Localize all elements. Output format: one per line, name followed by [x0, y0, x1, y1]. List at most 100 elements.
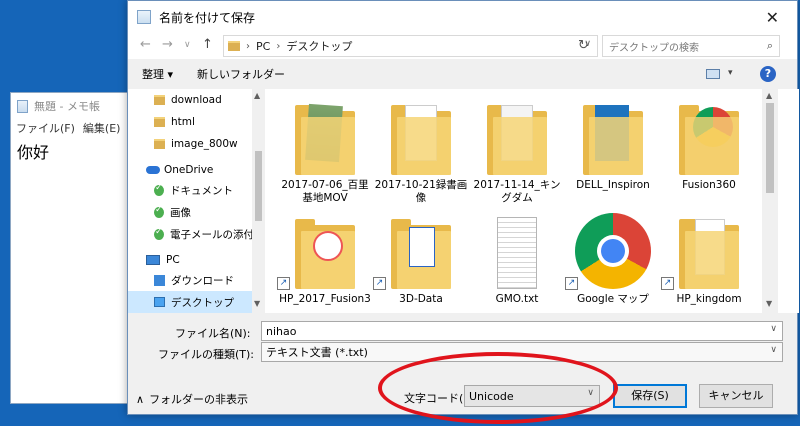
back-arrow-icon[interactable]: ←: [140, 37, 151, 52]
menu-edit[interactable]: 編集(E): [83, 120, 121, 136]
filename-field[interactable]: nihao ∨: [261, 321, 783, 341]
file-item[interactable]: ↗ HP_2017_Fusion3: [277, 203, 373, 313]
filename-label: ファイル名(N):: [175, 327, 251, 340]
breadcrumb-pc[interactable]: PC: [256, 40, 270, 53]
file-list: 2017-07-06_百里基地MOV 2017-10-21録書画像 2017-1…: [265, 89, 799, 313]
filetype-select[interactable]: テキスト文書 (*.txt) ∨: [261, 342, 783, 362]
nav-item-download[interactable]: download: [128, 89, 252, 111]
notepad-window[interactable]: 無題 - メモ帳 ファイル(F) 編集(E) 書式 你好: [10, 92, 138, 404]
synced-doc-icon: [154, 205, 164, 218]
file-label: 2017-07-06_百里基地MOV: [281, 179, 369, 204]
file-item[interactable]: ↗ 3D-Data: [373, 203, 469, 313]
refresh-icon[interactable]: ↻: [578, 38, 589, 53]
navigation-pane: download html image_800w OneDrive ドキュメント…: [128, 89, 264, 313]
chevron-down-icon[interactable]: ∨: [587, 388, 594, 398]
scrollbar-thumb[interactable]: [255, 151, 262, 221]
nav-label: ダウンロード: [171, 274, 234, 287]
nav-scrollbar[interactable]: ▲ ▼: [252, 89, 264, 313]
file-item[interactable]: 2017-10-21録書画像: [373, 89, 469, 204]
dialog-title: 名前を付けて保存: [159, 10, 256, 25]
file-item[interactable]: ↗ Google マップ: [565, 203, 661, 313]
nav-label: download: [171, 94, 222, 106]
nav-item-desktop[interactable]: デスクトップ: [128, 291, 252, 313]
file-item[interactable]: GMO.txt: [469, 203, 565, 313]
organize-button[interactable]: 整理 ▾: [142, 66, 173, 82]
file-label: GMO.txt: [495, 293, 539, 305]
breadcrumb-desktop[interactable]: デスクトップ: [286, 38, 352, 54]
chevron-right-icon[interactable]: ›: [246, 41, 250, 52]
file-list-scrollbar[interactable]: ▲ ▼: [762, 89, 778, 313]
file-label: DELL_Inspiron: [576, 179, 650, 191]
file-item[interactable]: 2017-11-14_キングダム: [469, 89, 565, 204]
scroll-up-icon[interactable]: ▲: [254, 91, 260, 100]
nav-item-email-attachments[interactable]: 電子メールの添付ファ: [128, 223, 252, 245]
folder-icon: [387, 99, 455, 175]
file-item[interactable]: Fusion360: [661, 89, 757, 201]
folder-icon: [675, 213, 743, 289]
nav-item-pc[interactable]: PC: [128, 249, 252, 271]
nav-label: PC: [166, 254, 180, 266]
notepad-titlebar: 無題 - メモ帳: [11, 93, 137, 119]
nav-item-image-800w[interactable]: image_800w: [128, 133, 252, 155]
chevron-down-icon[interactable]: ▾: [728, 68, 733, 78]
nav-item-onedrive[interactable]: OneDrive: [128, 159, 252, 181]
folder-icon: [579, 99, 647, 175]
view-options-icon[interactable]: [706, 69, 720, 79]
file-label: Google マップ: [577, 293, 649, 305]
recent-dropdown-icon[interactable]: ∨: [184, 40, 191, 50]
file-item[interactable]: 2017-07-06_百里基地MOV: [277, 89, 373, 204]
new-folder-button[interactable]: 新しいフォルダー: [197, 66, 285, 82]
nav-item-documents[interactable]: ドキュメント: [128, 179, 252, 201]
file-label: 3D-Data: [399, 293, 443, 305]
chevron-down-icon[interactable]: ∨: [770, 345, 777, 355]
shortcut-arrow-icon: ↗: [277, 277, 290, 290]
address-row: ← → ∨ ↑ › PC › デスクトップ ∨ ↻ デスクトップの検索 ⌕: [128, 33, 797, 59]
folder-icon: [291, 99, 359, 175]
file-item[interactable]: DELL_Inspiron: [565, 89, 661, 201]
help-icon[interactable]: ?: [760, 66, 776, 82]
forward-arrow-icon[interactable]: →: [162, 37, 173, 52]
encoding-select[interactable]: Unicode ∨: [464, 385, 600, 407]
search-icon[interactable]: ⌕: [767, 39, 773, 53]
shortcut-arrow-icon: ↗: [661, 277, 674, 290]
shortcut-arrow-icon: ↗: [373, 277, 386, 290]
filetype-value: テキスト文書 (*.txt): [266, 346, 368, 359]
nav-item-html[interactable]: html: [128, 111, 252, 133]
close-icon[interactable]: ✕: [766, 8, 779, 27]
scroll-down-icon[interactable]: ▼: [254, 299, 260, 308]
file-label: HP_kingdom: [676, 293, 742, 305]
folder-icon: [154, 95, 165, 105]
up-arrow-icon[interactable]: ↑: [202, 37, 213, 52]
nav-label: 電子メールの添付ファ: [170, 228, 252, 241]
notepad-menubar: ファイル(F) 編集(E) 書式: [11, 119, 137, 137]
scrollbar-thumb[interactable]: [766, 103, 774, 193]
scroll-down-icon[interactable]: ▼: [766, 299, 772, 308]
file-label: 2017-10-21録書画像: [374, 179, 468, 204]
chevron-right-icon[interactable]: ›: [276, 41, 280, 52]
nav-item-pictures[interactable]: 画像: [128, 201, 252, 223]
nav-label: OneDrive: [164, 164, 214, 176]
hide-folders-label: フォルダーの非表示: [149, 393, 249, 406]
chevron-down-icon[interactable]: ∨: [770, 324, 777, 334]
search-input[interactable]: デスクトップの検索 ⌕: [602, 35, 780, 57]
filename-value[interactable]: nihao: [266, 325, 296, 338]
save-button[interactable]: 保存(S): [613, 384, 687, 408]
address-bar[interactable]: › PC › デスクトップ ∨: [223, 35, 598, 57]
notepad-icon: [17, 99, 28, 113]
file-label: Fusion360: [682, 179, 736, 191]
nav-item-downloads[interactable]: ダウンロード: [128, 269, 252, 291]
onedrive-icon: [146, 166, 160, 174]
synced-doc-icon: [154, 183, 164, 196]
folder-icon: [154, 117, 165, 127]
notepad-text[interactable]: 你好: [11, 137, 137, 165]
menu-file[interactable]: ファイル(F): [16, 120, 75, 136]
download-icon: [154, 274, 165, 286]
nav-label: デスクトップ: [171, 296, 234, 309]
nav-label: ドキュメント: [170, 184, 233, 197]
encoding-value: Unicode: [469, 389, 514, 403]
file-item[interactable]: ↗ HP_kingdom: [661, 203, 757, 313]
scroll-up-icon[interactable]: ▲: [766, 91, 772, 100]
folder-icon: [387, 213, 455, 289]
cancel-button[interactable]: キャンセル: [699, 384, 773, 408]
hide-folders-toggle[interactable]: ∧ フォルダーの非表示: [136, 391, 248, 407]
